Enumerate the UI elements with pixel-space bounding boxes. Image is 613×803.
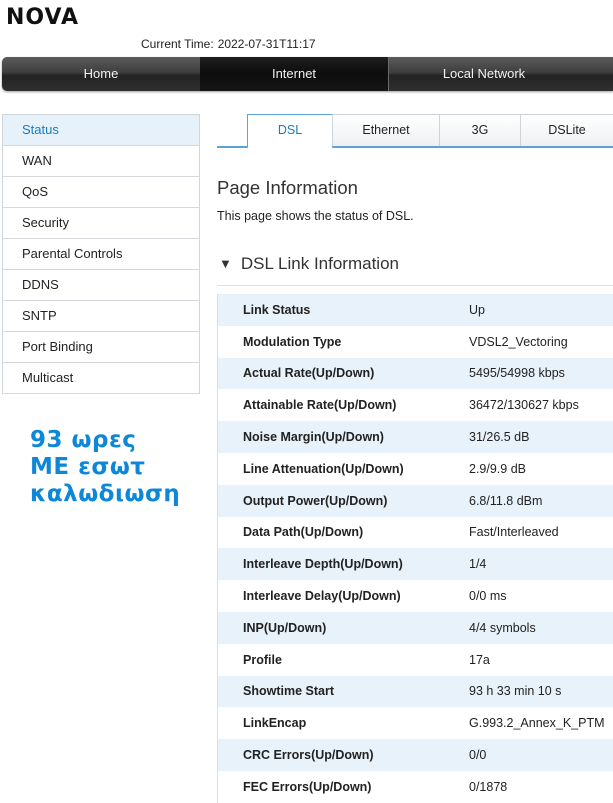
sidebar-item-port-binding[interactable]: Port Binding	[3, 332, 199, 363]
table-row: LinkEncap G.993.2_Annex_K_PTM	[218, 707, 613, 740]
table-row: Attainable Rate(Up/Down) 36472/130627 kbp…	[218, 389, 613, 422]
sidebar-item-ddns[interactable]: DDNS	[3, 270, 199, 301]
overlay-line-1: 93 ωρες	[30, 427, 137, 453]
row-label: Link Status	[243, 302, 311, 317]
table-row: INP(Up/Down) 4/4 symbols	[218, 611, 613, 644]
current-time: Current Time: 2022-07-31T11:17	[141, 37, 316, 51]
dsl-info-table: Link Status Up Modulation Type VDSL2_Vector…	[217, 294, 613, 803]
row-label: CRC Errors(Up/Down)	[243, 748, 374, 763]
sidebar-item-multicast[interactable]: Multicast	[3, 363, 199, 394]
collapse-triangle-icon[interactable]: ▼	[219, 256, 232, 271]
table-row: Noise Margin(Up/Down) 31/26.5 dB	[218, 421, 613, 453]
row-label: LinkEncap	[243, 716, 307, 731]
table-row: Profile 17a	[218, 643, 613, 676]
section-title: DSL Link Information	[240, 254, 399, 273]
dsl-section-header[interactable]: ▼ DSL Link Information	[219, 254, 399, 274]
row-value: 6.8/11.8 dBm	[469, 493, 543, 508]
nova-logo: NOVA	[6, 5, 80, 30]
table-row: Output Power(Up/Down) 6.8/11.8 dBm	[218, 484, 613, 517]
row-label: Profile	[243, 652, 282, 667]
table-row: Modulation Type VDSL2_Vectoring	[218, 325, 613, 358]
row-value: Up	[469, 302, 485, 317]
nav-local-network[interactable]: Local Network	[389, 57, 579, 91]
tab-dslite[interactable]: DSLite	[520, 114, 613, 146]
overlay-annotation: 93 ωρες ΜΕ εσωτ καλωδιωση	[30, 427, 180, 508]
table-row: Actual Rate(Up/Down) 5495/54998 kbps	[218, 357, 613, 390]
nav-home[interactable]: Home	[2, 57, 200, 91]
tab-3g[interactable]: 3G	[439, 114, 521, 146]
row-label: Output Power(Up/Down)	[243, 493, 388, 508]
tab-dsl[interactable]: DSL	[247, 114, 333, 149]
page-title: Page Information	[217, 177, 358, 198]
page-description: This page shows the status of DSL.	[217, 209, 414, 223]
row-label: Actual Rate(Up/Down)	[243, 366, 375, 381]
table-row: Interleave Depth(Up/Down) 1/4	[218, 548, 613, 581]
sidebar-item-wan[interactable]: WAN	[3, 146, 199, 177]
row-value: 0/0 ms	[469, 589, 507, 604]
row-value: 5495/54998 kbps	[469, 366, 565, 381]
tab-ethernet[interactable]: Ethernet	[332, 114, 440, 146]
table-row: Data Path(Up/Down) Fast/Interleaved	[218, 516, 613, 549]
sidebar-menu: Status WAN QoS Security Parental Control…	[2, 114, 200, 394]
overlay-line-3: καλωδιωση	[30, 481, 181, 507]
row-value: Fast/Interleaved	[469, 525, 559, 540]
row-label: Data Path(Up/Down)	[243, 525, 364, 540]
current-time-value: 2022-07-31T11:17	[217, 37, 316, 51]
row-label: FEC Errors(Up/Down)	[243, 779, 372, 794]
table-row: Link Status Up	[218, 294, 613, 326]
row-value: 2.9/9.9 dB	[469, 461, 526, 476]
sidebar-item-parental-controls[interactable]: Parental Controls	[3, 239, 199, 270]
status-tabs: DSL Ethernet 3G DSLite	[217, 114, 613, 149]
row-label: Modulation Type	[243, 334, 342, 349]
table-row: Line Attenuation(Up/Down) 2.9/9.9 dB	[218, 452, 613, 485]
row-label: INP(Up/Down)	[243, 620, 327, 635]
row-value: VDSL2_Vectoring	[469, 334, 568, 349]
sidebar-item-security[interactable]: Security	[3, 208, 199, 239]
row-value: 36472/130627 kbps	[469, 398, 579, 413]
row-value: 31/26.5 dB	[469, 430, 530, 445]
overlay-line-2: ΜΕ εσωτ	[30, 454, 146, 480]
row-value: G.993.2_Annex_K_PTM	[469, 716, 605, 731]
section-divider	[217, 285, 613, 286]
row-label: Attainable Rate(Up/Down)	[243, 398, 397, 413]
table-row: CRC Errors(Up/Down) 0/0	[218, 739, 613, 771]
row-label: Interleave Depth(Up/Down)	[243, 557, 403, 572]
row-label: Noise Margin(Up/Down)	[243, 430, 384, 445]
sidebar-item-qos[interactable]: QoS	[3, 177, 199, 208]
row-label: Interleave Delay(Up/Down)	[243, 589, 401, 604]
main-nav-bar: Home Internet Local Network	[2, 57, 613, 91]
row-value: 0/0	[469, 748, 487, 763]
sidebar-item-sntp[interactable]: SNTP	[3, 301, 199, 332]
table-row: FEC Errors(Up/Down) 0/1878	[218, 770, 613, 803]
nav-internet[interactable]: Internet	[200, 57, 388, 91]
row-label: Showtime Start	[243, 684, 334, 699]
row-value: 4/4 symbols	[469, 620, 536, 635]
row-value: 1/4	[469, 557, 487, 572]
current-time-label: Current Time:	[141, 37, 214, 51]
row-label: Line Attenuation(Up/Down)	[243, 461, 404, 476]
row-value: 0/1878	[469, 779, 508, 794]
table-row: Showtime Start 93 h 33 min 10 s	[218, 675, 613, 708]
row-value: 93 h 33 min 10 s	[469, 684, 562, 699]
row-value: 17a	[469, 652, 490, 667]
sidebar-item-status[interactable]: Status	[3, 115, 199, 146]
table-row: Interleave Delay(Up/Down) 0/0 ms	[218, 580, 613, 612]
